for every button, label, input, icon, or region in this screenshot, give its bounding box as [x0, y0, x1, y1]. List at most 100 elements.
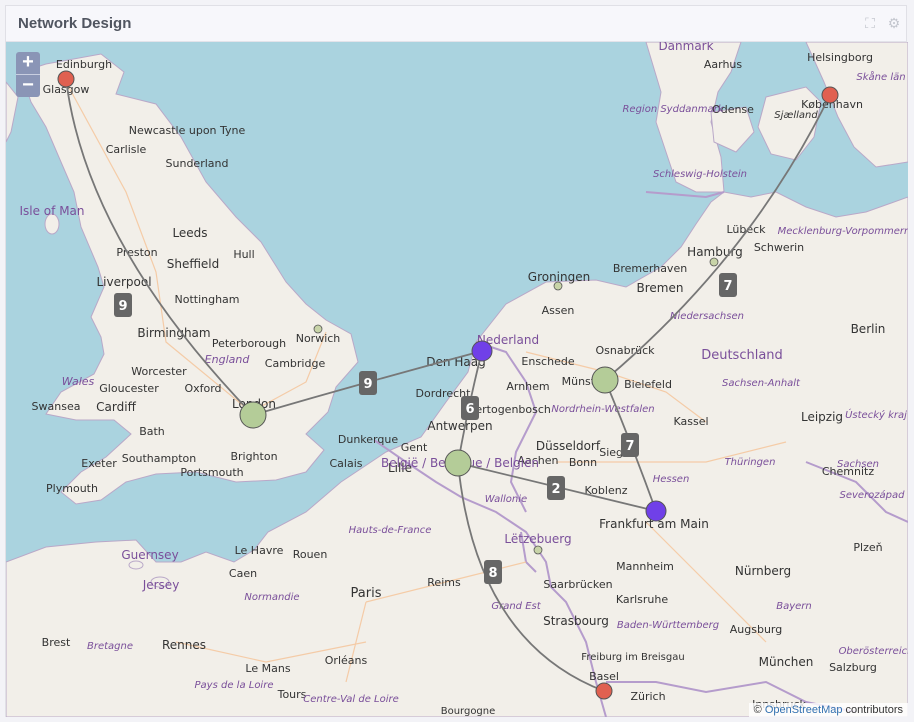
network-node-blue[interactable] [471, 340, 493, 362]
place-label: Mecklenburg-Vorpommern [778, 226, 908, 237]
place-label: Bremen [637, 281, 684, 295]
minor-node-luxembourg[interactable] [533, 545, 543, 555]
place-label: Le Mans [245, 662, 290, 675]
route-label[interactable]: 7 [719, 273, 737, 297]
zoom-in-button[interactable]: + [16, 52, 40, 74]
network-node-blue[interactable] [645, 500, 667, 522]
place-label: Leipzig [801, 410, 843, 424]
network-map[interactable]: Edinburgh Glasgow Newcastle upon Tyne Ca… [6, 42, 908, 717]
panel-title: Network Design [18, 15, 132, 32]
place-label: Caen [229, 567, 257, 580]
place-label: Newcastle upon Tyne [129, 124, 246, 137]
place-label: Mannheim [616, 560, 674, 573]
route-label[interactable]: 7 [621, 433, 639, 457]
place-label: Isle of Man [19, 204, 84, 218]
network-node-green[interactable] [444, 449, 472, 477]
place-label: Sachsen-Anhalt [722, 378, 801, 389]
place-label: Bremerhaven [613, 262, 687, 275]
place-label: Plzeň [853, 541, 882, 554]
place-label: Antwerpen [427, 419, 492, 433]
route-label-text: 9 [118, 299, 127, 314]
place-label: Leeds [172, 226, 207, 240]
place-label: Salzburg [829, 661, 877, 674]
place-label: Bonn [569, 456, 597, 469]
route-label[interactable]: 9 [114, 293, 132, 317]
place-label: Reims [427, 576, 461, 589]
route-label-text: 6 [465, 402, 474, 417]
land-guernsey [128, 560, 144, 570]
place-label: Nürnberg [735, 564, 791, 578]
map-attribution: © OpenStreetMap contributors [748, 703, 908, 717]
place-label: Hessen [653, 474, 690, 485]
place-label: Karlsruhe [616, 593, 669, 606]
zoom-out-button[interactable]: − [16, 74, 40, 97]
route-label[interactable]: 2 [547, 476, 565, 500]
place-label: Lëtzebuerg [504, 532, 571, 546]
place-label: Thüringen [725, 457, 776, 468]
place-label: Sjælland [774, 110, 818, 121]
place-label: Enschede [521, 355, 574, 368]
place-label: Strasbourg [543, 614, 609, 628]
place-label: Danmark [658, 42, 713, 53]
place-label: Calais [329, 457, 362, 470]
place-label: Kassel [673, 415, 708, 428]
place-label: Wales [62, 375, 95, 388]
place-label: Southampton [122, 452, 196, 465]
route-label[interactable]: 6 [461, 396, 479, 420]
minor-node-groningen[interactable] [553, 281, 563, 291]
place-label: Brighton [230, 450, 277, 463]
route-label[interactable]: 9 [359, 371, 377, 395]
place-label: Hauts-de-France [349, 525, 432, 536]
openstreetmap-link[interactable]: OpenStreetMap [765, 704, 843, 716]
network-node-red[interactable] [595, 682, 613, 700]
place-label: Rennes [162, 638, 206, 652]
place-label: Zürich [630, 690, 665, 703]
place-label: Preston [116, 246, 157, 259]
place-label: Basel [589, 670, 619, 683]
place-label: Gent [401, 441, 428, 454]
place-label: Assen [542, 304, 575, 317]
zoom-control: + − [16, 52, 40, 97]
minor-node-hamburg[interactable] [709, 257, 719, 267]
gear-icon[interactable]: ⚙ [886, 15, 902, 31]
place-label: Oberösterreich [839, 646, 908, 657]
place-label: Guernsey [121, 548, 178, 562]
place-label: Le Havre [235, 544, 284, 557]
place-label: Portsmouth [180, 466, 243, 479]
place-label: Baden-Württemberg [617, 620, 719, 631]
route-label-text: 7 [625, 439, 634, 454]
route-label-text: 8 [488, 566, 497, 581]
place-label: Saarbrücken [543, 578, 612, 591]
place-label: Sheffield [167, 257, 220, 271]
network-node-green[interactable] [591, 366, 619, 394]
fullscreen-icon[interactable]: ⛶ [862, 15, 878, 31]
place-label: Schwerin [754, 241, 804, 254]
place-label: Rouen [293, 548, 328, 561]
place-label: Oxford [184, 382, 221, 395]
route-label[interactable]: 8 [484, 560, 502, 584]
network-node-red[interactable] [57, 70, 75, 88]
place-label: München [759, 655, 814, 669]
map-canvas[interactable]: Edinburgh Glasgow Newcastle upon Tyne Ca… [6, 42, 908, 717]
place-label: Schleswig-Holstein [653, 169, 747, 180]
place-label: Severozápad [840, 489, 906, 501]
attribution-suffix: contributors [842, 704, 903, 716]
place-label: Hertogenbosch [467, 403, 551, 416]
network-node-green[interactable] [239, 401, 267, 429]
network-node-red[interactable] [821, 86, 839, 104]
place-label: Freiburg im Breisgau [581, 652, 684, 663]
place-label: Aarhus [704, 58, 743, 71]
place-label: Dunkerque [338, 433, 398, 446]
place-label: Niedersachsen [670, 311, 744, 322]
place-label: Region Syddanmark [622, 104, 724, 115]
place-label: Sunderland [166, 157, 229, 170]
attribution-prefix: © [753, 704, 765, 716]
place-label: Bourgogne [441, 706, 496, 717]
place-label: Tours [277, 688, 307, 701]
place-label: Centre-Val de Loire [303, 694, 399, 705]
place-label: Birmingham [137, 326, 210, 340]
place-label: Cardiff [96, 400, 136, 414]
route-label-text: 9 [363, 377, 372, 392]
minor-node-norwich[interactable] [313, 324, 323, 334]
place-label: Jersey [142, 578, 180, 592]
